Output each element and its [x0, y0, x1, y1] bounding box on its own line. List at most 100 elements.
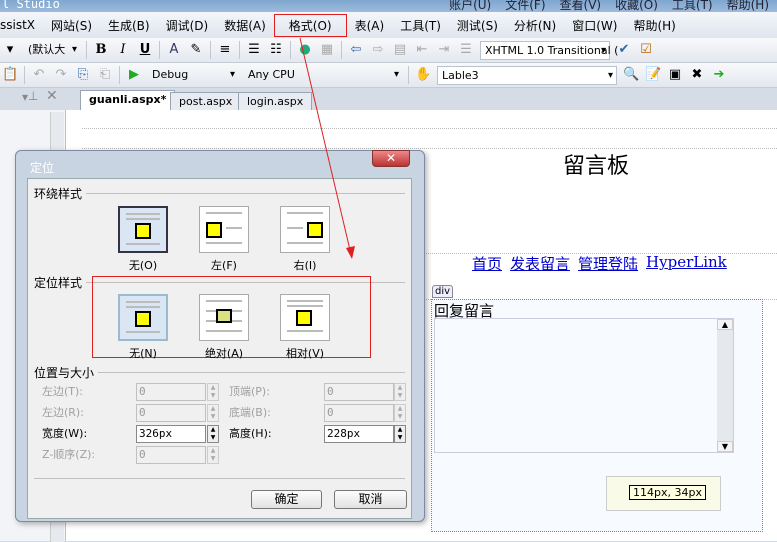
width-spinner[interactable]: ▲ ▼ — [207, 425, 219, 443]
numbered-list-icon[interactable]: ☷ — [268, 42, 284, 58]
menu-analyze[interactable]: 分析(N) — [506, 17, 564, 34]
top-spinner[interactable]: ▲ ▼ — [394, 383, 406, 401]
close-button[interactable]: ✕ — [372, 150, 410, 167]
validate-icon[interactable]: ✔ — [616, 42, 632, 58]
menu-debug[interactable]: 调试(D) — [158, 17, 217, 34]
navigate-icon[interactable]: ⎘ — [75, 67, 91, 83]
outdent-icon[interactable]: ⇨ — [370, 42, 386, 58]
height-spinner[interactable]: ▲ ▼ — [394, 425, 406, 443]
find-icon[interactable]: ✋ — [415, 67, 431, 83]
menu-test[interactable]: 测试(S) — [449, 17, 506, 34]
position-absolute-option[interactable] — [199, 294, 249, 341]
right-label: 左边(R): — [42, 406, 84, 419]
bullet-list-icon[interactable]: ☰ — [246, 42, 262, 58]
dropdown-arrow-icon[interactable]: ▾ — [2, 42, 18, 58]
italic-button[interactable]: I — [115, 42, 131, 58]
menu-format[interactable]: 格式(O) — [273, 13, 347, 37]
link-home[interactable]: 首页 — [472, 253, 502, 274]
cancel-button[interactable]: 取消 — [334, 490, 407, 509]
link-hyperlink[interactable]: HyperLink — [646, 253, 727, 274]
font-color-icon[interactable]: A — [166, 42, 182, 58]
right-input[interactable]: 0 — [136, 404, 206, 422]
position-none-label: 无(N) — [129, 347, 157, 360]
highlight-icon[interactable]: ✎ — [188, 42, 204, 58]
menu-file[interactable]: 文件(F) — [505, 0, 545, 12]
hyperlink-icon[interactable]: ● — [297, 42, 313, 58]
config-select[interactable]: Debug — [148, 66, 238, 85]
menu-assistx[interactable]: ssistX — [0, 18, 43, 32]
menu-help[interactable]: 帮助(H) — [625, 17, 683, 34]
start-debug-icon[interactable]: ▶ — [126, 67, 142, 83]
paste-icon[interactable]: 📋 — [2, 67, 18, 83]
separator — [341, 41, 342, 59]
separator — [24, 66, 25, 84]
width-input[interactable]: 326px — [136, 425, 206, 443]
indent-icon[interactable]: ⇦ — [348, 42, 364, 58]
target-select[interactable]: Lable3 — [437, 65, 617, 85]
font-size-select[interactable]: (默认大 — [24, 41, 80, 60]
bold-button[interactable]: B — [93, 42, 109, 58]
menu-table[interactable]: 表(A) — [347, 17, 393, 34]
right-spinner[interactable]: ▲ ▼ — [207, 404, 219, 422]
z-order-spinner[interactable]: ▲ ▼ — [207, 446, 219, 464]
z-order-input[interactable]: 0 — [136, 446, 206, 464]
menu-favorites[interactable]: 收藏(O) — [615, 0, 658, 12]
tab-post[interactable]: post.aspx — [170, 92, 242, 110]
menu-tools[interactable]: 工具(T) — [672, 0, 713, 12]
pin-icon[interactable]: ⊥ — [28, 89, 38, 103]
undo-icon[interactable]: ↶ — [31, 67, 47, 83]
height-label: 高度(H): — [229, 427, 272, 440]
reply-textarea[interactable]: ▲ ▼ — [434, 318, 734, 453]
link-post[interactable]: 发表留言 — [510, 253, 570, 274]
wrap-right-option[interactable] — [280, 206, 330, 253]
bottom-spinner[interactable]: ▲ ▼ — [394, 404, 406, 422]
decrease-indent-icon[interactable]: ⇤ — [414, 42, 430, 58]
solution-explorer-icon[interactable]: 🔍 — [623, 67, 639, 83]
left-spinner[interactable]: ▲ ▼ — [207, 383, 219, 401]
button-panel[interactable]: 114px, 34px — [606, 476, 721, 511]
bottom-input[interactable]: 0 — [324, 404, 394, 422]
align-icon[interactable]: ≡ — [217, 42, 233, 58]
nav-links: 首页 发表留言 管理登陆 HyperLink — [472, 253, 727, 274]
reply-div[interactable]: 回复留言 ▲ ▼ 114px, 34px — [431, 299, 763, 532]
scroll-up-icon[interactable]: ▲ — [717, 319, 733, 330]
underline-button[interactable]: U — [137, 42, 153, 58]
div-tag-label[interactable]: div — [432, 285, 454, 298]
lines-icon[interactable]: ☰ — [458, 42, 474, 58]
close-icon[interactable]: ✕ — [46, 88, 58, 104]
image-icon[interactable]: ▦ — [319, 42, 335, 58]
redo-icon[interactable]: ↷ — [53, 67, 69, 83]
tab-login[interactable]: login.aspx — [238, 92, 313, 110]
menu-view[interactable]: 查看(V) — [560, 0, 602, 12]
menu-tools[interactable]: 工具(T) — [392, 17, 449, 34]
left-input[interactable]: 0 — [136, 383, 206, 401]
table-icon[interactable]: ▤ — [392, 42, 408, 58]
scroll-down-icon[interactable]: ▼ — [717, 441, 733, 452]
start-page-icon[interactable]: ➔ — [711, 67, 727, 83]
menu-account[interactable]: 账户(U) — [449, 0, 491, 12]
menu-website[interactable]: 网站(S) — [43, 17, 100, 34]
doctype-select[interactable]: XHTML 1.0 Transitional ( — [480, 40, 618, 60]
position-none-option[interactable] — [118, 294, 168, 341]
tab-guanli[interactable]: guanli.aspx* — [80, 90, 176, 110]
menu-build[interactable]: 生成(B) — [100, 17, 158, 34]
wrap-left-option[interactable] — [199, 206, 249, 253]
toolbox-icon[interactable]: ✖ — [689, 67, 705, 83]
object-browser-icon[interactable]: ▣ — [667, 67, 683, 83]
wrap-none-option[interactable] — [118, 206, 168, 253]
textarea-scrollbar[interactable]: ▲ ▼ — [717, 319, 733, 452]
ok-button[interactable]: 确定 — [251, 490, 322, 509]
increase-indent-icon[interactable]: ⇥ — [436, 42, 452, 58]
position-relative-option[interactable] — [280, 294, 330, 341]
navigate-forward-icon[interactable]: ⎗ — [97, 67, 113, 83]
menu-window[interactable]: 窗口(W) — [564, 17, 625, 34]
check-icon[interactable]: ☑ — [638, 42, 654, 58]
formatting-toolbar: ▾ (默认大 B I U A ✎ ≡ ☰ ☷ ● ▦ ⇦ ⇨ ▤ ⇤ ⇥ ☰ X… — [0, 38, 777, 63]
height-input[interactable]: 228px — [324, 425, 394, 443]
menu-help[interactable]: 帮助(H) — [727, 0, 769, 12]
properties-icon[interactable]: 📝 — [645, 67, 661, 83]
menu-data[interactable]: 数据(A) — [216, 17, 274, 34]
top-input[interactable]: 0 — [324, 383, 394, 401]
link-admin-login[interactable]: 管理登陆 — [578, 253, 638, 274]
platform-select[interactable]: Any CPU — [244, 66, 402, 85]
